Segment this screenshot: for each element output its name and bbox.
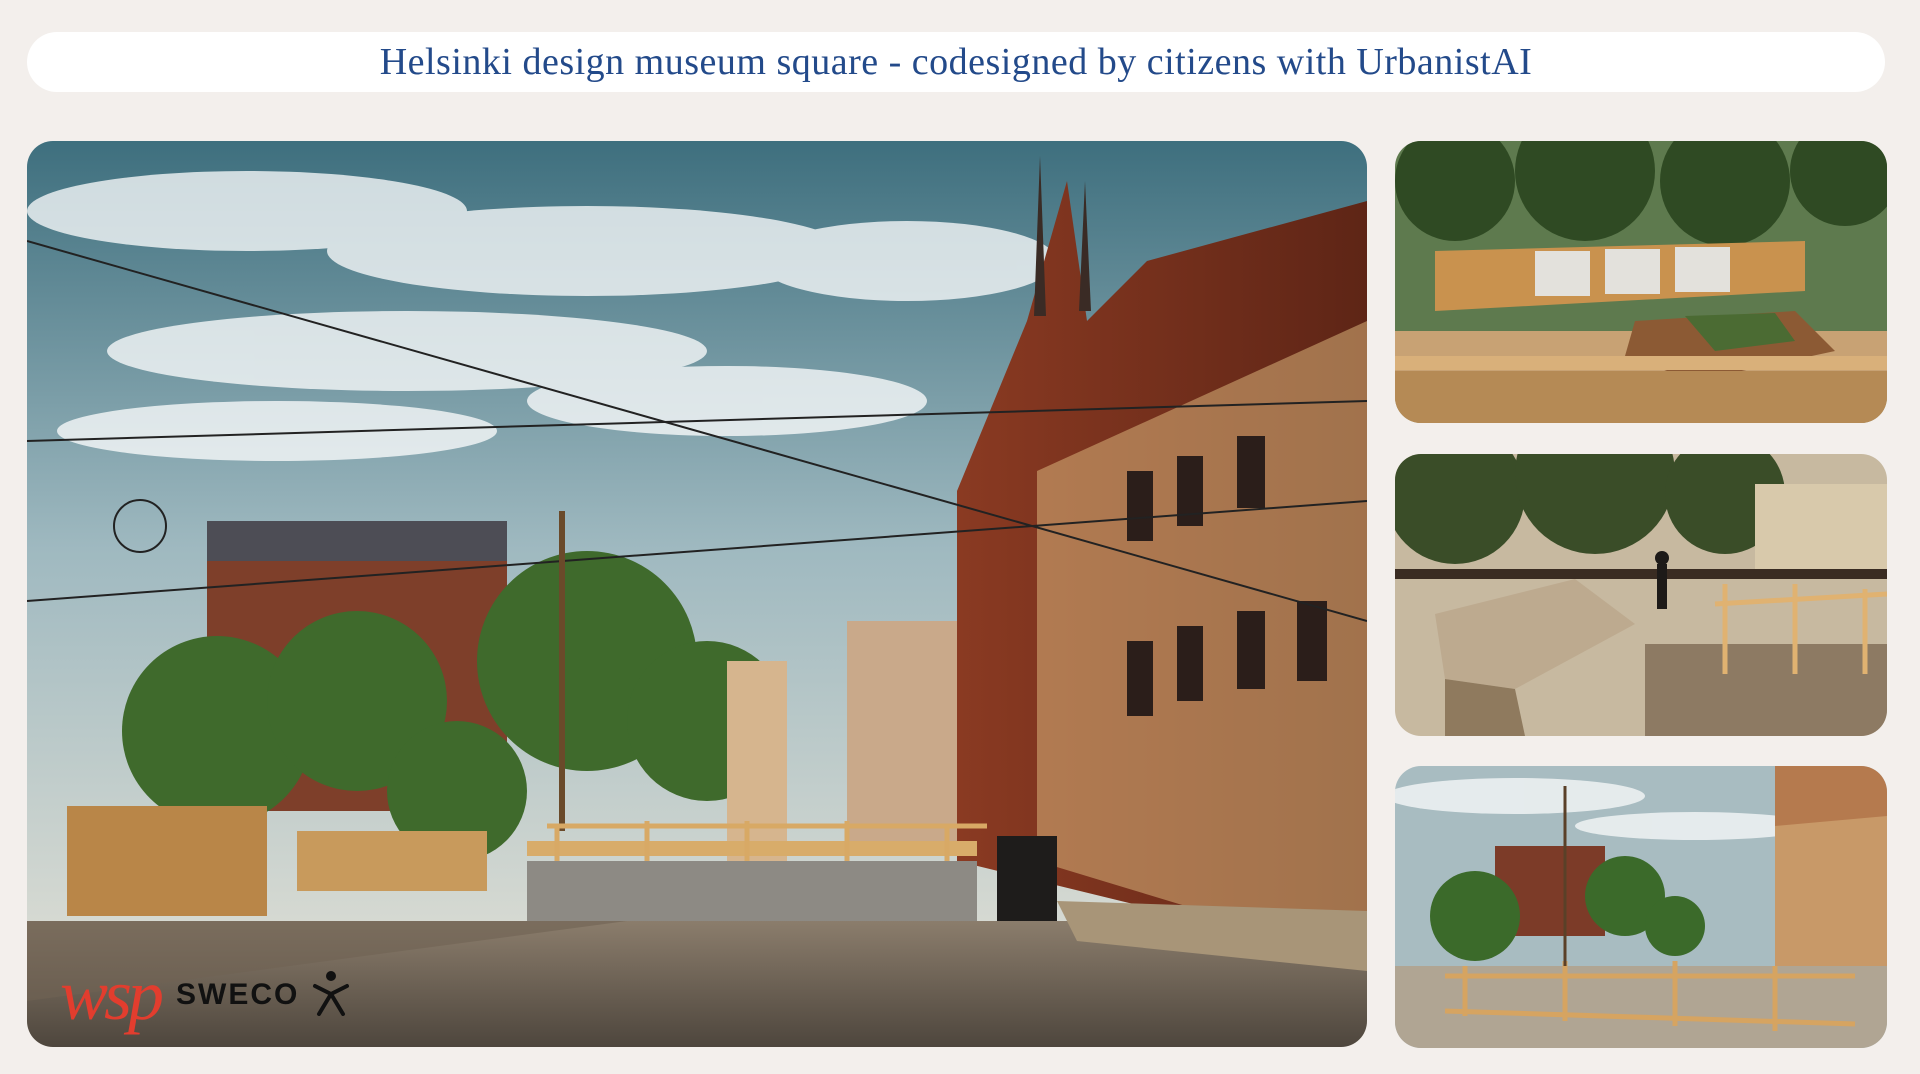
title-bar: Helsinki design museum square - codesign…: [27, 32, 1885, 92]
photo-square-wide-view: [1395, 766, 1887, 1048]
photo-wooden-planter-wall: [1395, 141, 1887, 423]
page-title: Helsinki design museum square - codesign…: [379, 41, 1533, 83]
main-photo-square-street-view: [27, 141, 1367, 1047]
wsp-logo: wsp: [60, 955, 164, 1035]
partner-logos: wsp SWECO: [60, 955, 351, 1035]
sweco-figure-icon: [311, 970, 351, 1021]
sweco-logo: SWECO: [176, 978, 300, 1011]
photo-wooden-bench: [1395, 454, 1887, 736]
